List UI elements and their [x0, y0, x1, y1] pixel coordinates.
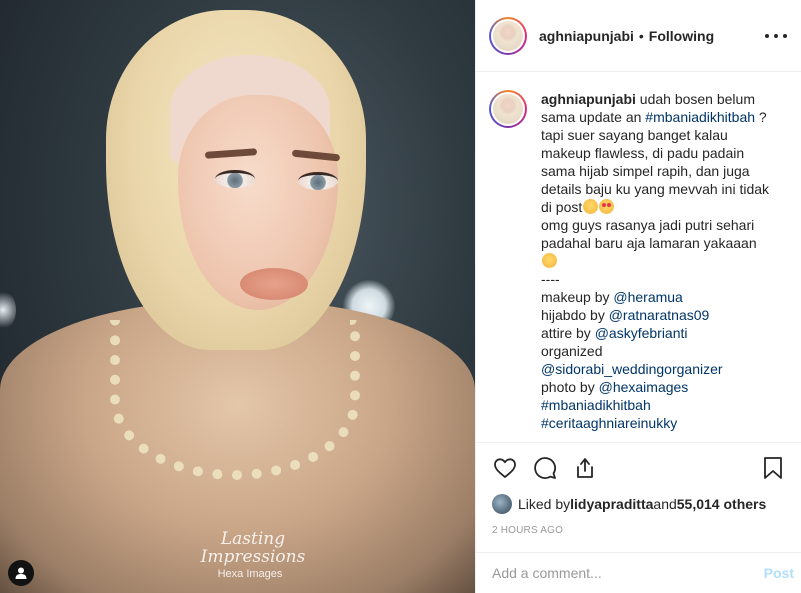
username-link[interactable]: aghniapunjabi: [539, 28, 634, 44]
credit-line: photo by @hexaimages: [541, 378, 771, 396]
person-tag-icon: [15, 567, 27, 579]
credit-label: photo by: [541, 379, 599, 395]
eye: [215, 170, 255, 188]
bookmark-icon[interactable]: [760, 455, 786, 481]
mention-link[interactable]: @hexaimages: [599, 379, 689, 395]
avatar-image: [493, 94, 523, 124]
eye: [298, 172, 338, 190]
likes-row: Liked by lidyapraditta and 55,014 others: [492, 493, 786, 515]
action-bar: [492, 443, 786, 493]
necklace: [110, 320, 360, 480]
likes-count[interactable]: 55,014 others: [677, 496, 767, 512]
background-light: [0, 290, 16, 330]
credit-label: attire by: [541, 325, 595, 341]
post-header: aghniapunjabi • Following: [476, 0, 801, 72]
comments-section: aghniapunjabi udah bosen belum sama upda…: [476, 72, 801, 442]
post-date[interactable]: 2 HOURS AGO: [492, 525, 786, 536]
mention-link[interactable]: @askyfebrianti: [595, 325, 688, 341]
comment-input[interactable]: [492, 565, 756, 581]
mention-link[interactable]: @sidorabi_weddingorganizer: [541, 360, 771, 378]
hashtag-link[interactable]: #mbaniadikhitbah: [645, 109, 755, 125]
header-text: aghniapunjabi • Following: [539, 28, 765, 44]
tagged-people-button[interactable]: [8, 560, 34, 586]
avatar-image: [493, 20, 523, 51]
caption-row: aghniapunjabi udah bosen belum sama upda…: [489, 90, 786, 432]
credit-line: attire by @askyfebrianti: [541, 324, 771, 342]
watermark-brand: Hexa Images: [217, 568, 283, 580]
watermark-line: Lasting: [220, 529, 286, 549]
more-options-icon[interactable]: [765, 33, 787, 38]
share-icon[interactable]: [572, 455, 598, 481]
avatar[interactable]: [489, 16, 527, 55]
mention-link[interactable]: @ratnaratnas09: [609, 307, 710, 323]
credit-line: makeup by @heramua: [541, 288, 771, 306]
likes-middle: and: [653, 496, 677, 512]
post-image[interactable]: Lasting Impressions Hexa Images: [0, 0, 475, 593]
liker-avatar[interactable]: [492, 494, 512, 514]
watermark-line: Impressions: [200, 547, 306, 567]
post-details-panel: aghniapunjabi • Following aghniapunjabi …: [475, 0, 801, 593]
credit-label: hijabdo by: [541, 307, 609, 323]
post-button[interactable]: Post: [756, 565, 794, 581]
credit-line: hijabdo by @ratnaratnas09: [541, 306, 771, 324]
lips: [240, 268, 308, 300]
caption-body: omg guys rasanya jadi putri sehari padah…: [541, 217, 757, 251]
add-comment-bar: Post: [476, 552, 801, 593]
watermark-script: Lasting Impressions: [168, 530, 338, 566]
blushing-emoji-icon: [542, 253, 557, 268]
caption-avatar[interactable]: [489, 90, 527, 128]
hashtag-link[interactable]: #ceritaaghniareinukky: [541, 414, 771, 432]
separator: •: [638, 27, 644, 44]
heart-eyes-emoji-icon: [599, 199, 615, 214]
comment-icon[interactable]: [532, 455, 558, 481]
following-button[interactable]: Following: [649, 28, 714, 44]
actions-area: Liked by lidyapraditta and 55,014 others…: [476, 442, 801, 536]
hashtag-link[interactable]: #mbaniadikhitbah: [541, 396, 771, 414]
caption-username[interactable]: aghniapunjabi: [541, 91, 636, 107]
likes-prefix: Liked by: [518, 496, 571, 512]
credit-label: makeup by: [541, 289, 614, 305]
liker-username[interactable]: lidyapraditta: [570, 496, 653, 512]
caption-line: omg guys rasanya jadi putri sehari padah…: [541, 216, 771, 270]
heart-icon[interactable]: [492, 455, 518, 481]
credit-label: organized: [541, 343, 603, 359]
mention-link[interactable]: @heramua: [613, 289, 682, 305]
smiling-emoji-icon: [583, 199, 599, 214]
caption-text: aghniapunjabi udah bosen belum sama upda…: [541, 90, 771, 432]
caption-divider: ----: [541, 271, 560, 287]
